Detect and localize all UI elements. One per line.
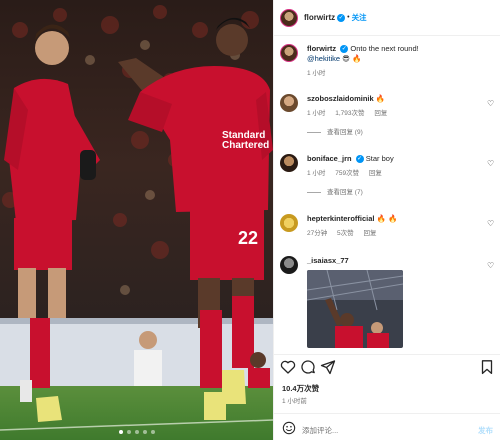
share-icon[interactable] xyxy=(320,359,336,375)
avatar[interactable] xyxy=(280,44,298,62)
post-header: florwirtz ✓ • 关注 xyxy=(274,0,500,36)
comment-like-heart-icon[interactable]: ♡ xyxy=(487,100,495,108)
avatar[interactable] xyxy=(280,256,298,274)
add-comment-row: 发布 xyxy=(274,413,500,440)
comment-text: 🔥 🔥 xyxy=(376,214,398,223)
comment-text: 🔥 xyxy=(375,94,386,103)
comment-like-heart-icon[interactable]: ♡ xyxy=(487,262,495,270)
comment-icon[interactable] xyxy=(300,359,316,375)
comment-like-heart-icon[interactable]: ♡ xyxy=(487,220,495,228)
avatar[interactable] xyxy=(280,94,298,112)
comment-photo xyxy=(307,270,403,348)
carousel-dots xyxy=(0,430,273,434)
likes-count[interactable]: 10.4万次赞 xyxy=(282,383,319,394)
verified-badge-icon: ✓ xyxy=(337,13,346,22)
caption-username[interactable]: florwirtz xyxy=(307,44,336,53)
carousel-dot[interactable] xyxy=(134,430,139,434)
carousel-dot[interactable] xyxy=(150,430,155,434)
add-comment-input[interactable] xyxy=(302,424,452,436)
view-replies-button[interactable]: 查看回复 (9) xyxy=(307,128,487,138)
carousel-dot[interactable] xyxy=(126,430,131,434)
reply-button[interactable]: 回复 xyxy=(363,230,376,237)
caption-emoji: 😎 🔥 xyxy=(342,54,362,63)
bookmark-icon[interactable] xyxy=(479,359,495,375)
action-icons-row xyxy=(280,359,495,377)
heart-icon[interactable] xyxy=(280,359,296,375)
reply-button[interactable]: 回复 xyxy=(369,170,382,177)
caption-mention[interactable]: @hekitike xyxy=(307,54,340,63)
reply-button[interactable]: 回复 xyxy=(374,110,387,117)
author-username[interactable]: florwirtz xyxy=(304,13,335,22)
post-side-panel: florwirtz ✓ • 关注 florwirtz ✓ Onto the ne… xyxy=(273,0,500,440)
comment-likes[interactable]: 5次赞 xyxy=(337,230,354,237)
comment-username[interactable]: szoboszlaidominik xyxy=(307,94,374,103)
avatar[interactable] xyxy=(280,8,298,27)
comment-username[interactable]: boniface_jrn xyxy=(307,154,352,163)
caption-time: 1 小时 xyxy=(307,70,326,77)
post-media[interactable]: Standard Chartered 22 xyxy=(0,0,273,440)
svg-text:22: 22 xyxy=(238,228,258,248)
verified-badge-icon: ✓ xyxy=(355,155,364,164)
separator: • xyxy=(347,14,350,21)
emoji-icon[interactable] xyxy=(282,421,296,435)
comment-time: 27分钟 xyxy=(307,230,328,237)
svg-text:Chartered: Chartered xyxy=(222,140,269,151)
comments-list[interactable]: florwirtz ✓ Onto the next round! @hekiti… xyxy=(274,36,500,354)
comment-like-heart-icon[interactable]: ♡ xyxy=(487,160,495,168)
comment-image[interactable] xyxy=(307,270,403,348)
post-time: 1 小时前 xyxy=(282,398,307,405)
post-comment-button[interactable]: 发布 xyxy=(478,425,493,436)
comment-username[interactable]: hepterkinterofficial xyxy=(307,214,375,223)
avatar[interactable] xyxy=(280,214,298,232)
follow-button[interactable]: 关注 xyxy=(352,12,367,23)
carousel-dot[interactable] xyxy=(142,430,147,434)
post-actions: 10.4万次赞 1 小时前 发布 xyxy=(274,354,500,440)
avatar[interactable] xyxy=(280,154,298,172)
comment-time: 1 小时 xyxy=(307,170,326,177)
comment-text: Star boy xyxy=(365,154,394,163)
view-replies-button[interactable]: 查看回复 (7) xyxy=(307,188,487,198)
comment-likes[interactable]: 759次赞 xyxy=(335,170,359,177)
caption-text: Onto the next round! xyxy=(350,44,419,53)
comment-username[interactable]: _isaiasx_77 xyxy=(307,256,349,265)
post-photo: Standard Chartered 22 xyxy=(0,0,273,440)
verified-badge-icon: ✓ xyxy=(340,45,349,54)
comment-likes[interactable]: 1,793次赞 xyxy=(335,110,364,117)
comment-time: 1 小时 xyxy=(307,110,326,117)
carousel-dot[interactable] xyxy=(118,430,123,434)
